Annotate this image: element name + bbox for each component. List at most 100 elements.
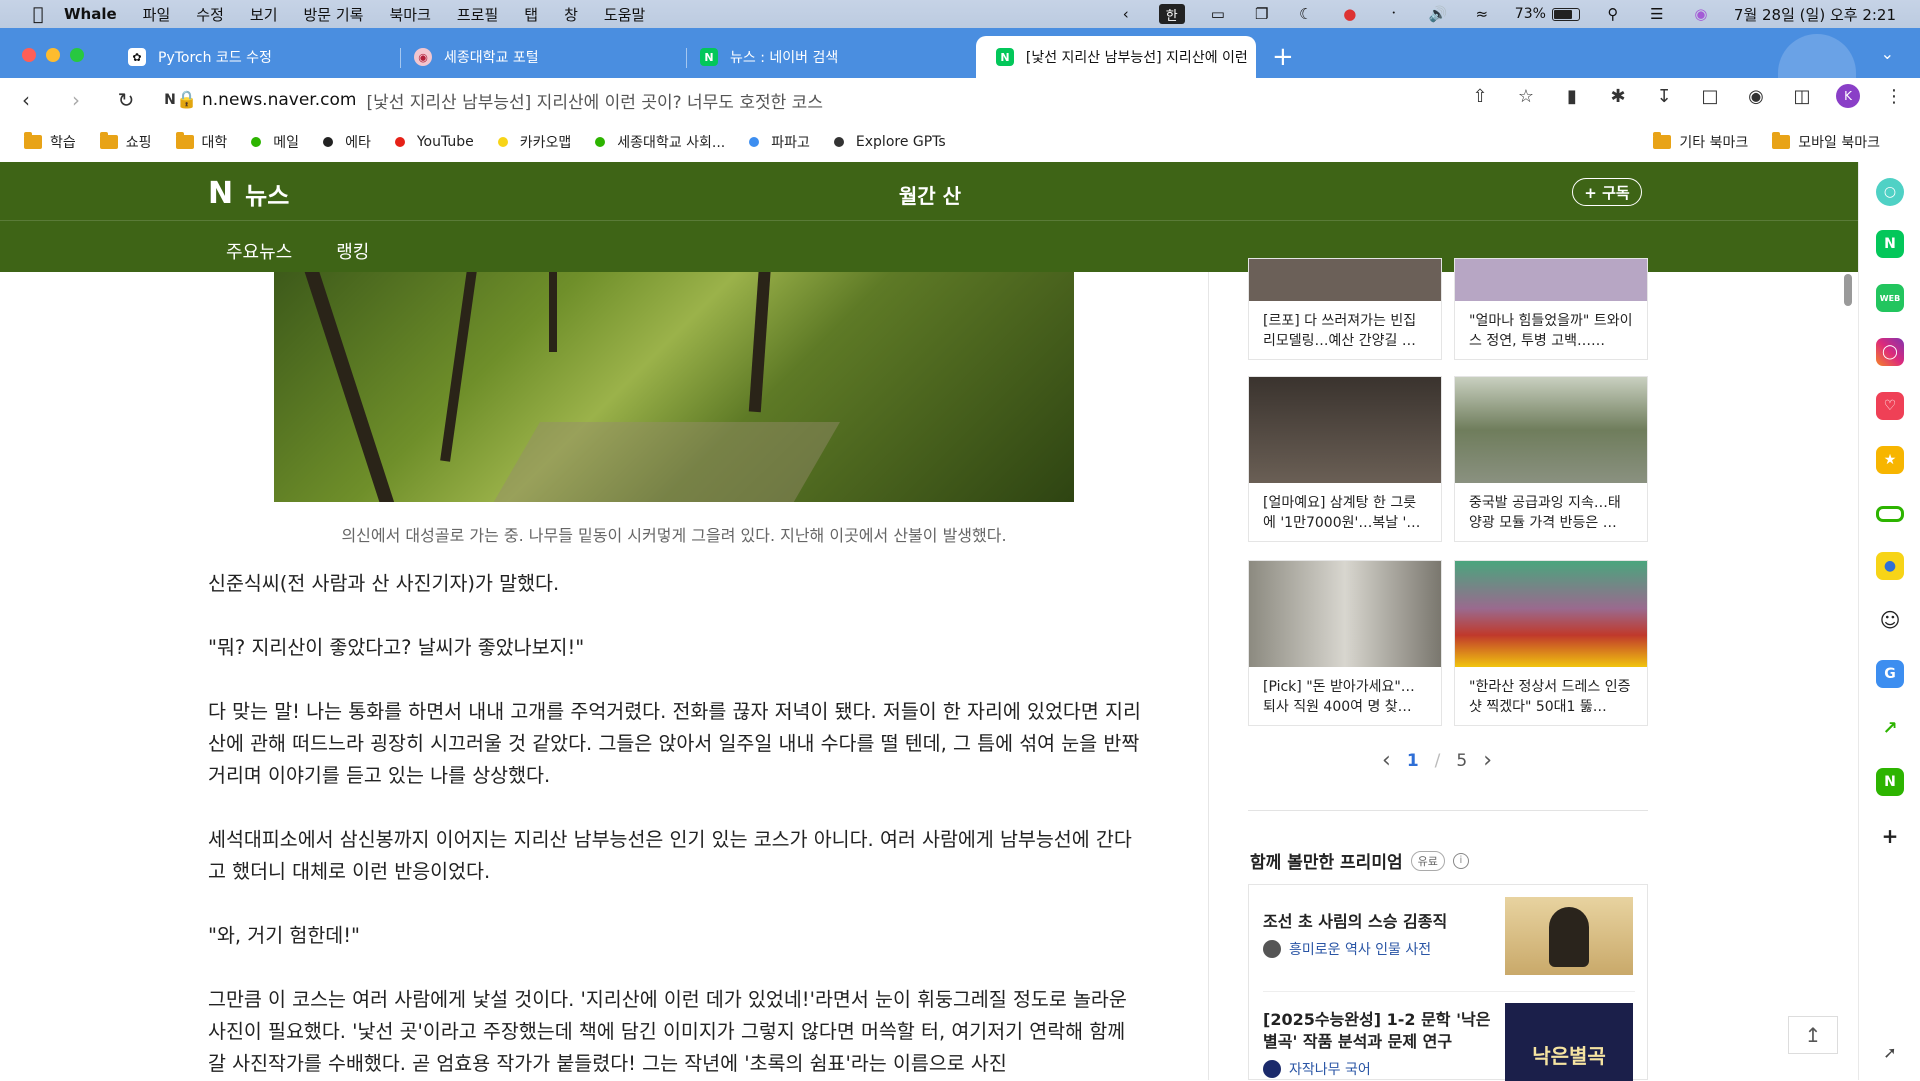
bookmark-papago[interactable]: 파파고 xyxy=(749,132,810,152)
close-window-button[interactable] xyxy=(22,48,36,62)
translate-icon[interactable]: G xyxy=(1876,660,1904,688)
capture-icon[interactable]: ◉ xyxy=(1744,84,1768,108)
extensions-icon[interactable]: ✱ xyxy=(1606,84,1630,108)
siri-icon[interactable]: ◉ xyxy=(1690,5,1712,23)
info-icon[interactable]: i xyxy=(1452,852,1469,869)
press-name[interactable]: 월간 산 xyxy=(880,180,980,209)
news-headline: [Pick] "돈 받아가세요"…퇴사 직원 400여 명 찾… xyxy=(1263,679,1415,715)
column-divider xyxy=(1208,272,1209,1080)
menu-help[interactable]: 도움말 xyxy=(604,4,645,25)
tab-pytorch[interactable]: ✿ PyTorch 코드 수정 xyxy=(108,36,398,78)
back-button[interactable]: ‹ xyxy=(10,84,42,116)
moon-icon[interactable]: ☾ xyxy=(1295,5,1317,23)
bookmark-folder-mobile[interactable]: 모바일 북마크 xyxy=(1772,132,1880,152)
pager-next-icon[interactable]: › xyxy=(1483,748,1492,773)
instagram-icon[interactable]: ◯ xyxy=(1876,338,1904,366)
webtoon-icon[interactable]: WEB xyxy=(1876,284,1904,312)
related-news-card[interactable]: "얼마나 힘들었을까" 트와이스 정연, 투병 고백…… xyxy=(1454,258,1648,360)
menu-window[interactable]: 창 xyxy=(564,4,578,25)
menu-tab[interactable]: 탭 xyxy=(524,4,538,25)
download-icon[interactable]: ↧ xyxy=(1652,84,1676,108)
smile-icon[interactable]: ☺ xyxy=(1876,606,1904,634)
wifi-icon[interactable]: ≈ xyxy=(1471,5,1493,23)
pin-icon[interactable]: ➚ xyxy=(1876,1038,1904,1066)
menu-profile[interactable]: 프로필 xyxy=(457,4,498,25)
menu-history[interactable]: 방문 기록 xyxy=(304,4,364,25)
tab-article-active[interactable]: N [낯선 지리산 남부능선] 지리산에 이런 xyxy=(976,36,1256,78)
related-pager: ‹ 1 / 5 › xyxy=(1382,748,1492,773)
reload-button[interactable]: ↻ xyxy=(110,84,142,116)
notification-icon[interactable]: ● xyxy=(1339,5,1361,23)
chevron-left-icon[interactable]: ‹ xyxy=(1115,5,1137,23)
premium-thumbnail[interactable] xyxy=(1505,897,1633,975)
tab-sejong[interactable]: ◉ 세종대학교 포털 xyxy=(394,36,684,78)
premium-item[interactable]: [2025수능완성] 1-2 문학 '낙은별곡' 작품 분석과 문제 연구 자작… xyxy=(1263,1009,1493,1079)
related-news-card[interactable]: [르포] 다 쓰러져가는 빈집 리모델링…예산 간양길 … xyxy=(1248,258,1442,360)
whale-space-icon[interactable]: ○ xyxy=(1876,178,1904,206)
battery-tool-icon[interactable] xyxy=(1876,506,1904,522)
menu-edit[interactable]: 수정 xyxy=(196,4,224,25)
page-scrollbar-thumb[interactable] xyxy=(1844,274,1852,306)
new-tab-button[interactable]: + xyxy=(1272,42,1294,72)
menu-ranking[interactable]: 랭킹 xyxy=(336,238,369,264)
menu-main-news[interactable]: 주요뉴스 xyxy=(226,238,292,264)
bookmark-folder-university[interactable]: 대학 xyxy=(175,132,227,152)
stock-icon[interactable]: ↗ xyxy=(1876,714,1904,742)
pager-prev-icon[interactable]: ‹ xyxy=(1382,748,1391,773)
app-menu-whale[interactable]: Whale xyxy=(64,5,117,23)
bookmark-folder-study[interactable]: 학습 xyxy=(24,132,76,152)
tab-naver-search[interactable]: N 뉴스 : 네이버 검색 xyxy=(680,36,970,78)
share-icon[interactable]: ⇧ xyxy=(1468,84,1492,108)
battery-icon[interactable] xyxy=(1551,7,1580,21)
bookmark-mail[interactable]: 메일 xyxy=(251,132,299,152)
search-icon[interactable]: ⚲ xyxy=(1602,5,1624,23)
screens-icon[interactable]: ❐ xyxy=(1251,5,1273,23)
related-news-card[interactable]: [Pick] "돈 받아가세요"…퇴사 직원 400여 명 찾… xyxy=(1248,560,1442,726)
menu-bookmarks[interactable]: 북마크 xyxy=(389,4,430,25)
menu-view[interactable]: 보기 xyxy=(250,4,278,25)
premium-thumbnail[interactable]: 낙은별곡 xyxy=(1505,1003,1633,1081)
bookmark-star-icon[interactable]: ☆ xyxy=(1514,84,1538,108)
related-news-card[interactable]: 중국발 공급과잉 지속…태양광 모듈 가격 반등은 … xyxy=(1454,376,1648,542)
scroll-to-top-button[interactable]: ↥ xyxy=(1788,1016,1838,1054)
bookmark-everytime[interactable]: 에타 xyxy=(323,132,371,152)
naver-news-logo[interactable]: N 뉴스 xyxy=(208,176,289,211)
more-menu-icon[interactable]: ⋮ xyxy=(1882,84,1906,108)
display-icon[interactable]: ▭ xyxy=(1207,5,1229,23)
subscribe-button[interactable]: + 구독 xyxy=(1572,178,1642,206)
menu-file[interactable]: 파일 xyxy=(143,4,171,25)
apple-menu-icon[interactable]:  xyxy=(28,4,48,25)
bookmark-folder-shopping[interactable]: 쇼핑 xyxy=(99,132,152,152)
minimize-window-button[interactable] xyxy=(46,48,60,62)
clock[interactable]: 7월 28일 (일) 오후 2:21 xyxy=(1734,4,1896,25)
bookmark-kakaomap[interactable]: 카카오맵 xyxy=(497,132,571,152)
control-center-icon[interactable]: ☰ xyxy=(1646,5,1668,23)
video-icon[interactable]: ▮ xyxy=(1560,84,1584,108)
window-controls xyxy=(22,48,84,62)
naver-store-icon[interactable]: N xyxy=(1876,768,1904,796)
sejong-icon: ◉ xyxy=(414,48,432,66)
pocket-icon[interactable]: ♡ xyxy=(1876,392,1904,420)
tab-title: 뉴스 : 네이버 검색 xyxy=(730,50,839,66)
bookmark-sejong-social[interactable]: 세종대학교 사회... xyxy=(595,132,725,152)
map-pin-icon[interactable]: ● xyxy=(1876,552,1904,580)
zoom-window-button[interactable] xyxy=(70,48,84,62)
bookmark-youtube[interactable]: YouTube xyxy=(394,134,474,150)
forward-button[interactable]: › xyxy=(60,84,92,116)
article-paragraph: 신준식씨(전 사람과 산 사진기자)가 말했다. xyxy=(208,572,560,595)
macos-menubar:  Whale 파일 수정 보기 방문 기록 북마크 프로필 탭 창 도움말 ‹… xyxy=(0,0,1920,28)
profile-avatar[interactable]: K xyxy=(1836,84,1860,108)
input-method-indicator[interactable]: 한 xyxy=(1158,4,1185,24)
naver-icon[interactable]: N xyxy=(1876,230,1904,258)
bookmark-folder-other[interactable]: 기타 북마크 xyxy=(1653,132,1748,152)
pip-icon[interactable]: □ xyxy=(1698,84,1722,108)
favorites-icon[interactable]: ★ xyxy=(1876,446,1904,474)
related-news-card[interactable]: "한라산 정상서 드레스 인증샷 찍겠다" 50대1 뚫… xyxy=(1454,560,1648,726)
bluetooth-icon[interactable]: ᛫ xyxy=(1383,5,1405,23)
related-news-card[interactable]: [얼마예요] 삼계탕 한 그릇에 '1만7000원'…복날 '… xyxy=(1248,376,1442,542)
split-view-icon[interactable]: ◫ xyxy=(1790,84,1814,108)
bookmark-explore-gpts[interactable]: Explore GPTs xyxy=(833,134,946,150)
tab-list-chevron-icon[interactable]: ⌄ xyxy=(1881,44,1894,63)
volume-icon[interactable]: 🔊 xyxy=(1427,5,1449,23)
add-icon[interactable]: + xyxy=(1876,822,1904,850)
